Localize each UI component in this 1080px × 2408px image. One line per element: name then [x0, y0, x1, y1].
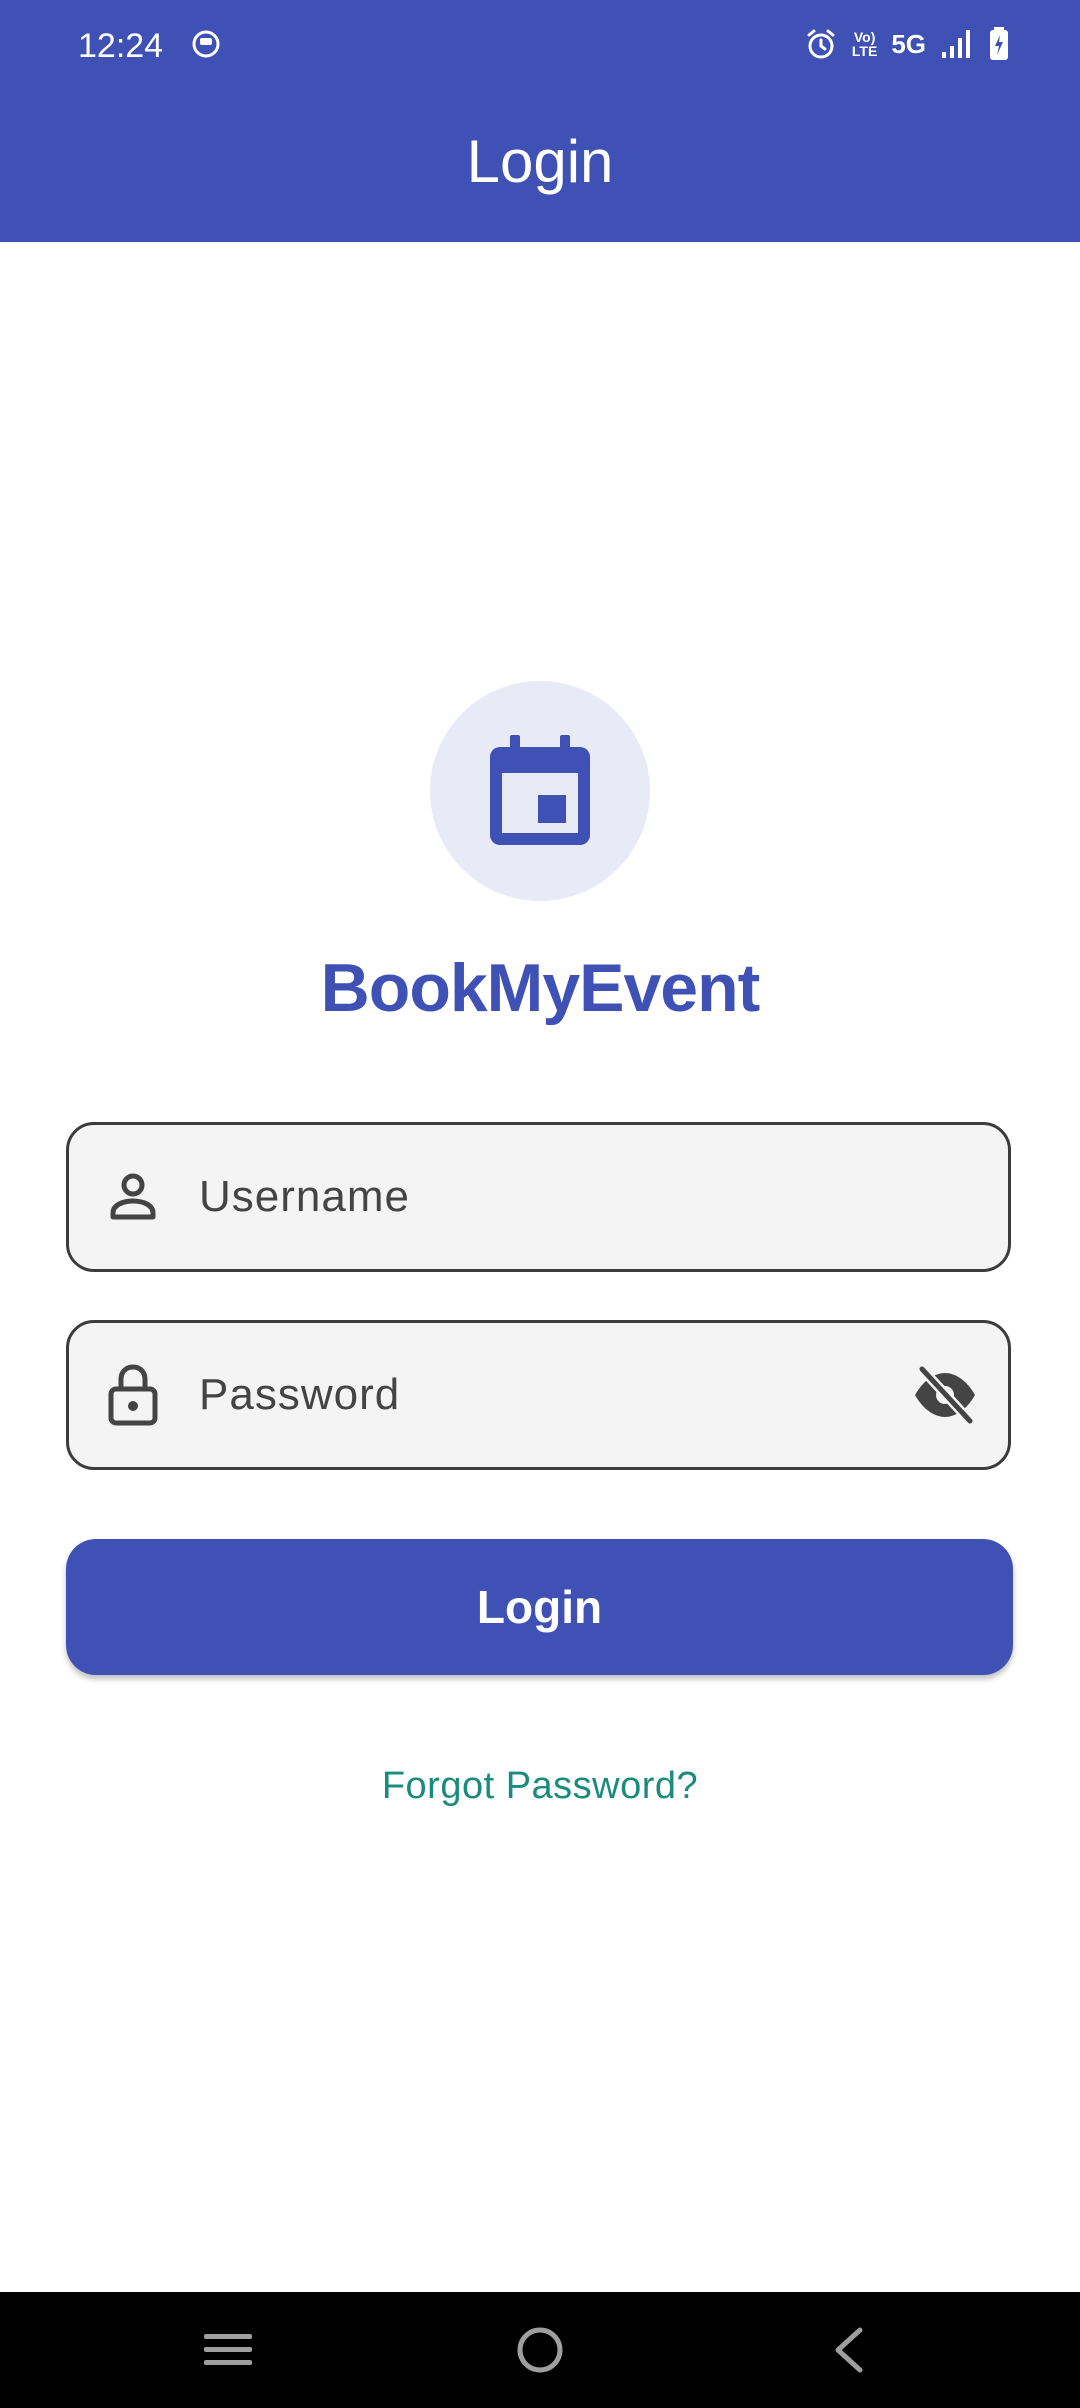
- top-app-bar: 12:24 Vo) LTE 5G Login: [0, 0, 1080, 242]
- volte-bottom-label: LTE: [851, 43, 878, 59]
- username-field[interactable]: [66, 1122, 1011, 1272]
- signal-icon: [942, 30, 970, 58]
- page-title: Login: [466, 128, 614, 195]
- brand-name: BookMyEvent: [320, 950, 761, 1026]
- login-screen: 12:24 Vo) LTE 5G Login BookMyEvent Usern…: [0, 0, 1080, 2408]
- notification-app-icon: [192, 30, 220, 58]
- network-type-label: 5G: [891, 28, 926, 59]
- password-field[interactable]: [66, 1320, 1011, 1470]
- forgot-password-link[interactable]: Forgot Password?: [0, 1760, 1080, 1812]
- username-input[interactable]: [199, 1155, 839, 1239]
- back-icon[interactable]: [820, 2322, 880, 2378]
- volte-top-label: Vo): [853, 29, 876, 45]
- person-icon: [110, 1173, 156, 1220]
- visibility-off-icon[interactable]: [912, 1365, 978, 1425]
- volte-indicator: Vo) LTE: [852, 30, 877, 58]
- battery-charging-icon: [990, 27, 1008, 60]
- recent-apps-icon[interactable]: [198, 2322, 258, 2378]
- calendar-icon: [490, 735, 590, 845]
- home-icon[interactable]: [510, 2322, 570, 2378]
- lock-icon: [108, 1364, 158, 1426]
- password-input[interactable]: [199, 1353, 839, 1437]
- app-logo: [430, 681, 650, 901]
- status-time: 12:24: [78, 27, 164, 65]
- alarm-icon: [807, 29, 835, 59]
- login-button[interactable]: Login: [66, 1539, 1013, 1675]
- system-nav-bar: [0, 2292, 1080, 2408]
- status-icons: Vo) LTE 5G: [804, 24, 1010, 64]
